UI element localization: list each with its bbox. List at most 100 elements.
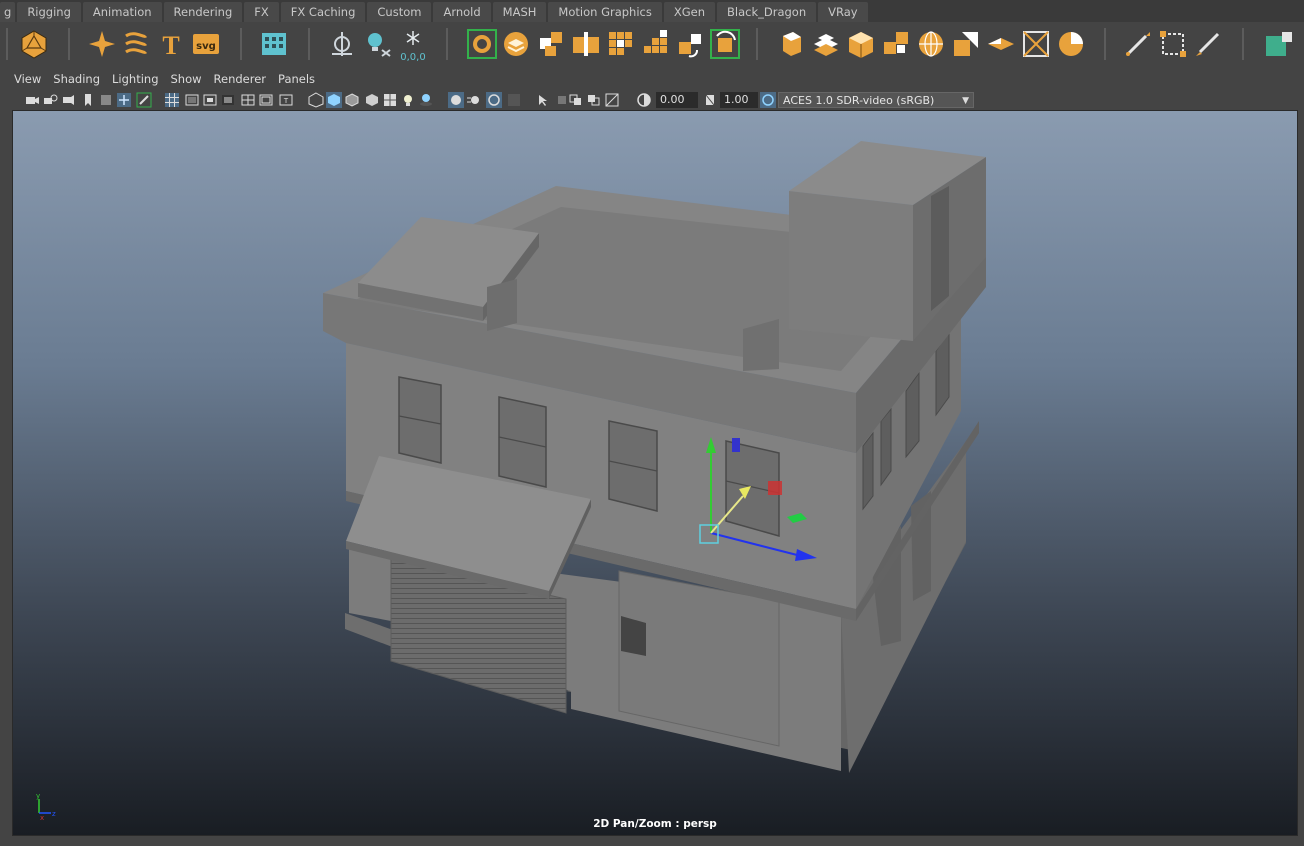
screen-space-ao-icon[interactable] — [448, 92, 464, 108]
bookmark-icon[interactable] — [80, 92, 96, 108]
menu-renderer[interactable]: Renderer — [208, 72, 273, 86]
layers-icon[interactable] — [500, 28, 532, 60]
xray-joints-icon[interactable] — [568, 92, 584, 108]
gamma-icon[interactable] — [702, 92, 718, 108]
shelf-tab-fx-caching[interactable]: FX Caching — [280, 2, 366, 22]
menu-panels[interactable]: Panels — [272, 72, 321, 86]
svg-text:y: y — [36, 792, 40, 800]
image-plane-icon[interactable] — [98, 92, 114, 108]
shelf-tab-bar: g Rigging Animation Rendering FX FX Cach… — [0, 0, 1304, 22]
cube-split-icon[interactable] — [535, 28, 567, 60]
menu-shading[interactable]: Shading — [47, 72, 106, 86]
camera-select-icon[interactable] — [24, 92, 40, 108]
menu-lighting[interactable]: Lighting — [106, 72, 164, 86]
shelf-separator — [1104, 28, 1106, 60]
cube-cut-icon[interactable] — [950, 28, 982, 60]
panel-toolbar: T 0.00 1.00 ACES 1.0 SDR-video (sRGB) ▼ — [8, 90, 1304, 110]
grease-pencil-icon[interactable] — [136, 92, 152, 108]
xray-components-icon[interactable] — [586, 92, 602, 108]
select-box-icon[interactable] — [1157, 28, 1189, 60]
grid-toggle-icon[interactable] — [164, 92, 180, 108]
type-text-icon[interactable]: T — [155, 28, 187, 60]
textured-icon[interactable] — [382, 92, 398, 108]
shadows-icon[interactable] — [418, 92, 434, 108]
menu-show[interactable]: Show — [165, 72, 208, 86]
gamma-field[interactable]: 1.00 — [720, 92, 758, 108]
plane-icon[interactable] — [985, 28, 1017, 60]
refresh-cube-icon[interactable] — [709, 28, 741, 60]
shelf-tab-black-dragon[interactable]: Black_Dragon — [717, 2, 817, 22]
shelf-tab-fx[interactable]: FX — [244, 2, 279, 22]
grid-cube-icon[interactable] — [605, 28, 637, 60]
motion-blur-icon[interactable] — [466, 92, 482, 108]
flat-tiles-icon[interactable] — [810, 28, 842, 60]
shelf-tab-partial[interactable]: g — [0, 2, 16, 22]
shelf-tab-mash[interactable]: MASH — [492, 2, 547, 22]
rotate-cubes-icon[interactable] — [675, 28, 707, 60]
brush-icon[interactable] — [1192, 28, 1224, 60]
exposure-field[interactable]: 0.00 — [656, 92, 698, 108]
cubes-corner-icon[interactable] — [880, 28, 912, 60]
view-transform-select[interactable]: ACES 1.0 SDR-video (sRGB) ▼ — [778, 92, 974, 108]
box-frame-icon[interactable] — [1020, 28, 1052, 60]
film-gate-icon[interactable] — [184, 92, 200, 108]
isolate-select-icon[interactable] — [536, 92, 552, 108]
color-management-icon[interactable] — [760, 92, 776, 108]
building-model[interactable] — [13, 111, 1298, 836]
lights-icon[interactable] — [400, 92, 416, 108]
safe-title-icon[interactable]: T — [278, 92, 294, 108]
sphere-split-icon[interactable] — [1055, 28, 1087, 60]
svg-text:z: z — [52, 810, 56, 818]
svg-icon[interactable]: svg — [190, 28, 222, 60]
bulb-icon[interactable] — [362, 28, 394, 60]
grid-panel-icon[interactable] — [258, 28, 290, 60]
teal-square-icon[interactable] — [1262, 28, 1294, 60]
gate-mask-icon[interactable] — [220, 92, 236, 108]
polyhedron-icon[interactable] — [18, 28, 50, 60]
shelf: T svg 0,0,0 — [0, 22, 1304, 66]
shelf-separator — [446, 28, 448, 60]
shelf-tab-rendering[interactable]: Rendering — [163, 2, 243, 22]
maya-window: g Rigging Animation Rendering FX FX Cach… — [0, 0, 1304, 846]
shelf-separator — [240, 28, 242, 60]
twist-icon[interactable] — [120, 28, 152, 60]
field-chart-icon[interactable] — [240, 92, 256, 108]
sparkle-icon[interactable] — [86, 28, 118, 60]
resolution-gate-icon[interactable] — [202, 92, 218, 108]
cube-orange-icon[interactable] — [845, 28, 877, 60]
cube-outline-icon[interactable] — [775, 28, 807, 60]
bottom-strip — [0, 838, 1304, 846]
pan-zoom-icon[interactable] — [116, 92, 132, 108]
camera-attributes-icon[interactable] — [42, 92, 58, 108]
svg-text:svg: svg — [196, 41, 216, 52]
panel-menu-bar: View Shading Lighting Show Renderer Pane… — [8, 68, 321, 90]
backface-culling-icon[interactable] — [604, 92, 620, 108]
shelf-separator — [68, 28, 70, 60]
bookmark-camera-icon[interactable] — [60, 92, 76, 108]
pen-icon[interactable] — [1122, 28, 1154, 60]
viewport-persp[interactable]: y z x 2D Pan/Zoom : persp — [12, 110, 1298, 836]
smooth-shade-icon[interactable] — [326, 92, 342, 108]
shelf-tab-xgen[interactable]: XGen — [663, 2, 716, 22]
default-material-icon[interactable] — [364, 92, 380, 108]
shelf-tab-custom[interactable]: Custom — [367, 2, 432, 22]
exposure-icon[interactable] — [636, 92, 652, 108]
anti-aliasing-icon[interactable] — [486, 92, 502, 108]
shelf-separator — [756, 28, 758, 60]
menu-view[interactable]: View — [8, 72, 47, 86]
shelf-tab-vray[interactable]: VRay — [818, 2, 868, 22]
safe-action-icon[interactable] — [258, 92, 274, 108]
shelf-tab-rigging[interactable]: Rigging — [17, 2, 81, 22]
sphere-grid-icon[interactable] — [915, 28, 947, 60]
shelf-tab-motion-graphics[interactable]: Motion Graphics — [548, 2, 662, 22]
wireframe-on-shaded-icon[interactable] — [344, 92, 360, 108]
view-transform-value: ACES 1.0 SDR-video (sRGB) — [783, 94, 935, 107]
grid-steps-icon[interactable] — [640, 28, 672, 60]
shelf-tab-arnold[interactable]: Arnold — [433, 2, 491, 22]
wireframe-icon[interactable] — [308, 92, 324, 108]
cube-stack-icon[interactable] — [570, 28, 602, 60]
loop-select-icon[interactable] — [466, 28, 498, 60]
locator-icon[interactable] — [326, 28, 358, 60]
depth-of-field-icon[interactable] — [506, 92, 522, 108]
shelf-tab-animation[interactable]: Animation — [82, 2, 162, 22]
